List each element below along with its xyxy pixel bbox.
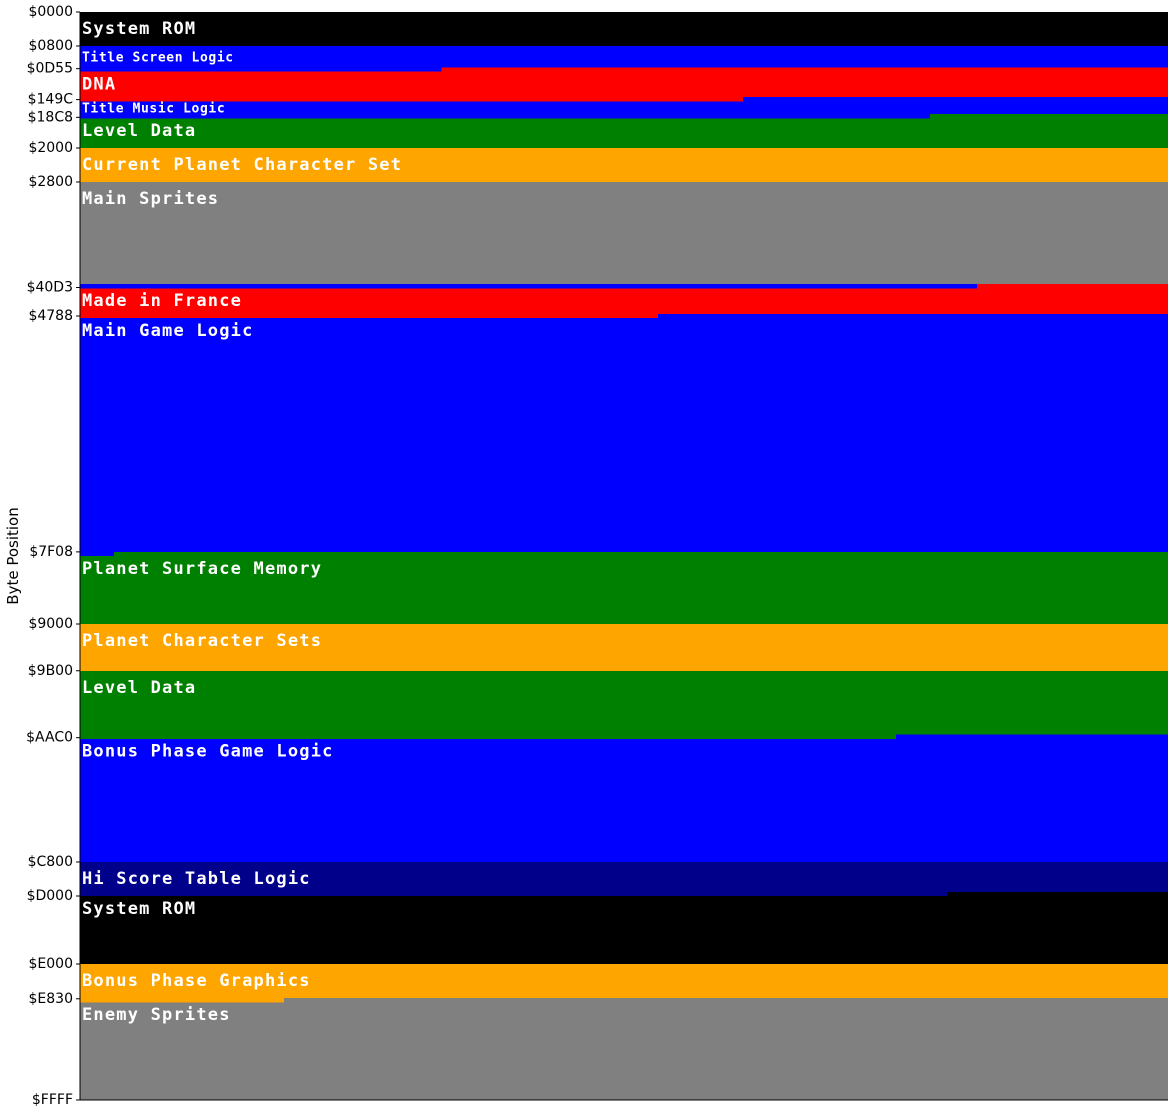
y-tick-label: $E830 [29, 991, 73, 1007]
region-2 [80, 67, 1168, 102]
y-axis-title: Byte Position [4, 507, 22, 604]
region-4 [80, 114, 1168, 148]
y-tick-label: $9B00 [28, 663, 73, 679]
y-tick-label: $2000 [28, 140, 73, 156]
region-block [80, 71, 1168, 97]
region-label: Bonus Phase Game Logic [82, 742, 334, 762]
region-block [80, 50, 1168, 68]
region-block [743, 97, 1168, 102]
region-block [80, 182, 1168, 187]
y-tick-label: $0800 [28, 38, 73, 54]
region-block [80, 734, 896, 739]
region-6 [80, 182, 1168, 284]
region-label: Made in France [82, 291, 242, 311]
region-15 [80, 891, 1168, 964]
memory-map-chart: System ROM Title Screen Logic DNA Title Mus… [4, 4, 1168, 1108]
y-tick-label: $7F08 [29, 544, 73, 560]
region-block [80, 101, 1168, 114]
y-tick-label: $149C [28, 92, 74, 108]
y-tick-label: $E000 [29, 956, 73, 972]
region-block [441, 67, 1168, 72]
region-label: Hi Score Table Logic [82, 869, 311, 889]
y-tick-label: $D000 [27, 888, 73, 904]
region-label: System ROM [82, 19, 196, 39]
region-label: Level Data [82, 121, 196, 141]
regions-layer [80, 12, 1168, 1100]
region-block [80, 46, 1168, 51]
region-block [80, 288, 1168, 314]
region-block [80, 551, 114, 556]
region-label: Title Music Logic [82, 102, 225, 117]
region-label: DNA [82, 74, 116, 94]
region-label: Bonus Phase Graphics [82, 971, 311, 991]
region-block [80, 318, 1168, 552]
region-block [976, 284, 1168, 289]
region-12 [80, 670, 1168, 739]
region-block [80, 964, 1168, 969]
region-block [80, 624, 1168, 629]
region-block [80, 12, 1168, 17]
region-block [80, 998, 284, 1003]
region-label: System ROM [82, 899, 196, 919]
y-tick-label: $0000 [28, 4, 73, 20]
region-block [947, 891, 1168, 896]
y-tick-label: $C800 [28, 854, 73, 870]
region-block [80, 148, 1168, 153]
region-label: Title Screen Logic [82, 51, 234, 66]
region-block [896, 734, 1168, 739]
region-block [80, 313, 658, 318]
region-label: Enemy Sprites [82, 1005, 231, 1025]
region-block [80, 16, 1168, 46]
region-8 [80, 284, 1168, 318]
region-label: Level Data [82, 678, 196, 698]
region-block [80, 186, 1168, 284]
region-0 [80, 12, 1168, 46]
y-tick-label: $FFFF [32, 1092, 73, 1108]
region-block [80, 896, 1168, 964]
region-9 [80, 313, 1168, 556]
region-block [80, 862, 1168, 867]
region-block [80, 670, 1168, 675]
region-block [284, 998, 1168, 1003]
y-tick-label: $AAC0 [26, 730, 73, 746]
region-block [80, 284, 977, 289]
region-block [80, 891, 947, 896]
region-block [80, 118, 1168, 148]
region-block [80, 1002, 1168, 1100]
region-label: Planet Character Sets [82, 631, 322, 651]
region-block [80, 67, 442, 72]
region-label: Main Sprites [82, 189, 219, 209]
y-tick-label: $18C8 [28, 109, 73, 125]
region-label: Planet Surface Memory [82, 559, 322, 579]
y-tick-label: $4788 [28, 308, 73, 324]
y-tick-label: $2800 [28, 174, 73, 190]
region-block [80, 675, 1168, 735]
region-block [930, 114, 1168, 119]
region-label: Current Planet Character Set [82, 155, 402, 175]
region-17 [80, 998, 1168, 1100]
y-tick-label: $40D3 [27, 280, 73, 296]
y-tick-label: $0D55 [27, 61, 73, 77]
region-block [658, 313, 1168, 318]
region-block [114, 551, 1168, 556]
region-label: Main Game Logic [82, 321, 254, 341]
y-tick-label: $9000 [28, 616, 73, 632]
region-7 [80, 284, 977, 289]
